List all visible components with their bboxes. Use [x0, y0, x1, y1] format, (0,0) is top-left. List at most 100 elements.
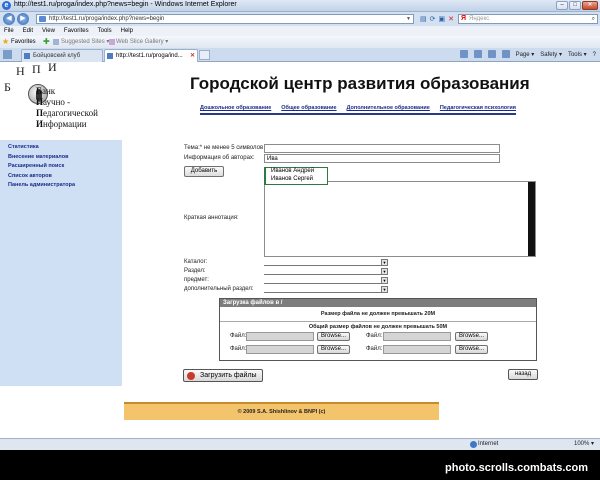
back-arrow-icon[interactable]: ◀ [3, 13, 15, 25]
logo-letter-n: Н [16, 64, 25, 78]
page-icon [39, 16, 46, 22]
page-menu[interactable]: Page ▾ [516, 50, 535, 60]
add-author-button[interactable]: Добавить [184, 166, 224, 177]
browse-button-2[interactable]: Browse... [455, 332, 488, 341]
author-suggestions: Иванов Андрей Иванов Сергей [264, 167, 328, 185]
new-tab-button[interactable] [199, 50, 210, 60]
upload-icon [187, 372, 195, 380]
file-label: Файл: [230, 346, 247, 352]
menu-help[interactable]: Help [121, 26, 133, 36]
page-viewport: Н П И Б Банк Научно - Педагогической Инф… [0, 62, 600, 438]
nav-additional[interactable]: Дополнительное образование [347, 105, 430, 111]
add-favorite-icon[interactable]: ✚ [43, 36, 50, 48]
favorites-star-icon[interactable]: ★ [2, 36, 9, 48]
quick-tabs-icon[interactable] [3, 50, 12, 59]
page-footer: © 2009 S.A. Shishlinov & BNPI (c) [124, 402, 439, 420]
menu-view[interactable]: View [42, 26, 55, 36]
nav-preschool[interactable]: Дошкольное образование [200, 105, 271, 111]
search-input[interactable]: Я Яндекс ⌕ [458, 14, 598, 24]
suggestion-item[interactable]: Иванов Сергей [271, 176, 327, 184]
sidebar-item-statistics[interactable]: Статистика [8, 143, 122, 153]
tab-page-icon [24, 53, 30, 59]
close-tab-icon[interactable]: ✕ [190, 50, 195, 62]
file-input-1[interactable] [246, 332, 314, 341]
search-icon[interactable]: ⌕ [592, 15, 595, 23]
chevron-down-icon[interactable]: ▼ [381, 259, 388, 266]
url-input[interactable]: http://test1.ru/proga/index.php?news=beg… [36, 14, 414, 24]
browse-button-1[interactable]: Browse... [317, 332, 350, 341]
sidebar-item-add-materials[interactable]: Внесение материалов [8, 153, 122, 163]
logo-word-scientific: Научно - [36, 97, 71, 107]
logo-letter-p: П [32, 62, 41, 76]
help-menu[interactable]: ? [593, 50, 596, 60]
section-select[interactable]: ▼ [264, 268, 388, 275]
back-button[interactable]: назад [508, 369, 538, 380]
rss-icon[interactable]: ▣ [439, 15, 446, 23]
upload-panel: Загрузка файлов в / Размер файла не долж… [219, 298, 537, 361]
authors-input[interactable]: Ива [264, 154, 500, 163]
refresh-icon[interactable]: ⟳ [430, 15, 436, 23]
suggested-sites-link[interactable]: Suggested Sites ▾ [61, 36, 109, 48]
topic-input[interactable] [264, 144, 500, 153]
catalog-select[interactable]: ▼ [264, 259, 388, 266]
address-bar: ◀ ▶ http://test1.ru/proga/index.php?news… [0, 12, 600, 26]
file-label: Файл: [366, 346, 383, 352]
web-slice-gallery-link[interactable]: Web Slice Gallery ▾ [116, 36, 168, 48]
extra-section-label: дополнительный раздел: [184, 286, 254, 292]
annotation-label: Краткая аннотация: [184, 215, 239, 221]
chevron-down-icon[interactable]: ▼ [381, 277, 388, 284]
annotation-textarea[interactable] [264, 181, 536, 257]
menu-favorites[interactable]: Favorites [64, 26, 89, 36]
print-icon[interactable] [501, 50, 510, 58]
zoom-level[interactable]: 100% ▾ [574, 439, 594, 450]
sidebar: Статистика Внесение материалов Расширенн… [0, 140, 122, 386]
upload-limit-single: Размер файла не должен превышать 20M [320, 311, 436, 317]
window-controls: – □ ✕ [556, 1, 598, 10]
suggestion-item[interactable]: Иванов Андрей [271, 168, 327, 176]
mail-icon[interactable] [487, 50, 496, 58]
menu-file[interactable]: File [4, 26, 14, 36]
upload-header: Загрузка файлов в / [220, 299, 536, 307]
maximize-button[interactable]: □ [569, 1, 581, 10]
chevron-down-icon[interactable]: ▼ [381, 268, 388, 275]
tab-fight-club[interactable]: Бойцовский клуб [21, 49, 103, 62]
favorites-button[interactable]: Favorites [11, 36, 36, 48]
browse-button-4[interactable]: Browse... [455, 345, 488, 354]
tab-page-icon [107, 53, 113, 59]
sidebar-item-authors[interactable]: Список авторов [8, 172, 122, 182]
chevron-down-icon[interactable]: ▼ [381, 286, 388, 293]
sidebar-item-admin[interactable]: Панель администратора [8, 181, 122, 191]
close-window-button[interactable]: ✕ [582, 1, 598, 10]
upload-files-button[interactable]: Загрузить файлы [183, 369, 263, 382]
forward-arrow-icon[interactable]: ▶ [17, 13, 29, 25]
submission-form: Тема:* не менее 5 символов Информация об… [122, 140, 600, 386]
stop-icon[interactable]: ✕ [448, 15, 454, 23]
subject-select[interactable]: ▼ [264, 277, 388, 284]
browse-button-3[interactable]: Browse... [317, 345, 350, 354]
file-input-4[interactable] [383, 345, 451, 354]
extra-section-select[interactable]: ▼ [264, 286, 388, 293]
file-input-2[interactable] [383, 332, 451, 341]
subject-label: предмет: [184, 277, 209, 283]
sidebar-item-advanced-search[interactable]: Расширенный поиск [8, 162, 122, 172]
home-icon[interactable] [459, 50, 468, 58]
tab-active-page[interactable]: http://test1.ru/proga/ind... ✕ [104, 49, 198, 62]
window-title: http://test1.ru/proga/index.php?news=beg… [14, 1, 237, 8]
annotation-scrollbar[interactable] [528, 182, 535, 256]
tab-bar: Бойцовский клуб http://test1.ru/proga/in… [0, 48, 600, 62]
menu-edit[interactable]: Edit [23, 26, 33, 36]
menu-tools[interactable]: Tools [98, 26, 112, 36]
nav-general[interactable]: Общее образование [281, 105, 336, 111]
minimize-button[interactable]: – [556, 1, 568, 10]
watermark: photo.scrolls.combats.com [445, 462, 589, 474]
feeds-icon[interactable] [473, 50, 482, 58]
url-dropdown-icon[interactable]: ▼ [406, 15, 411, 23]
url-text: http://test1.ru/proga/index.php?news=beg… [49, 16, 165, 22]
safety-menu[interactable]: Safety ▾ [540, 50, 562, 60]
compatibility-icon[interactable]: ▤ [420, 15, 427, 23]
tools-menu[interactable]: Tools ▾ [568, 50, 587, 60]
file-input-3[interactable] [246, 345, 314, 354]
file-label: Файл: [230, 333, 247, 339]
web-slice-icon [109, 39, 115, 45]
nav-psychology[interactable]: Педагогическая психология [440, 105, 516, 111]
